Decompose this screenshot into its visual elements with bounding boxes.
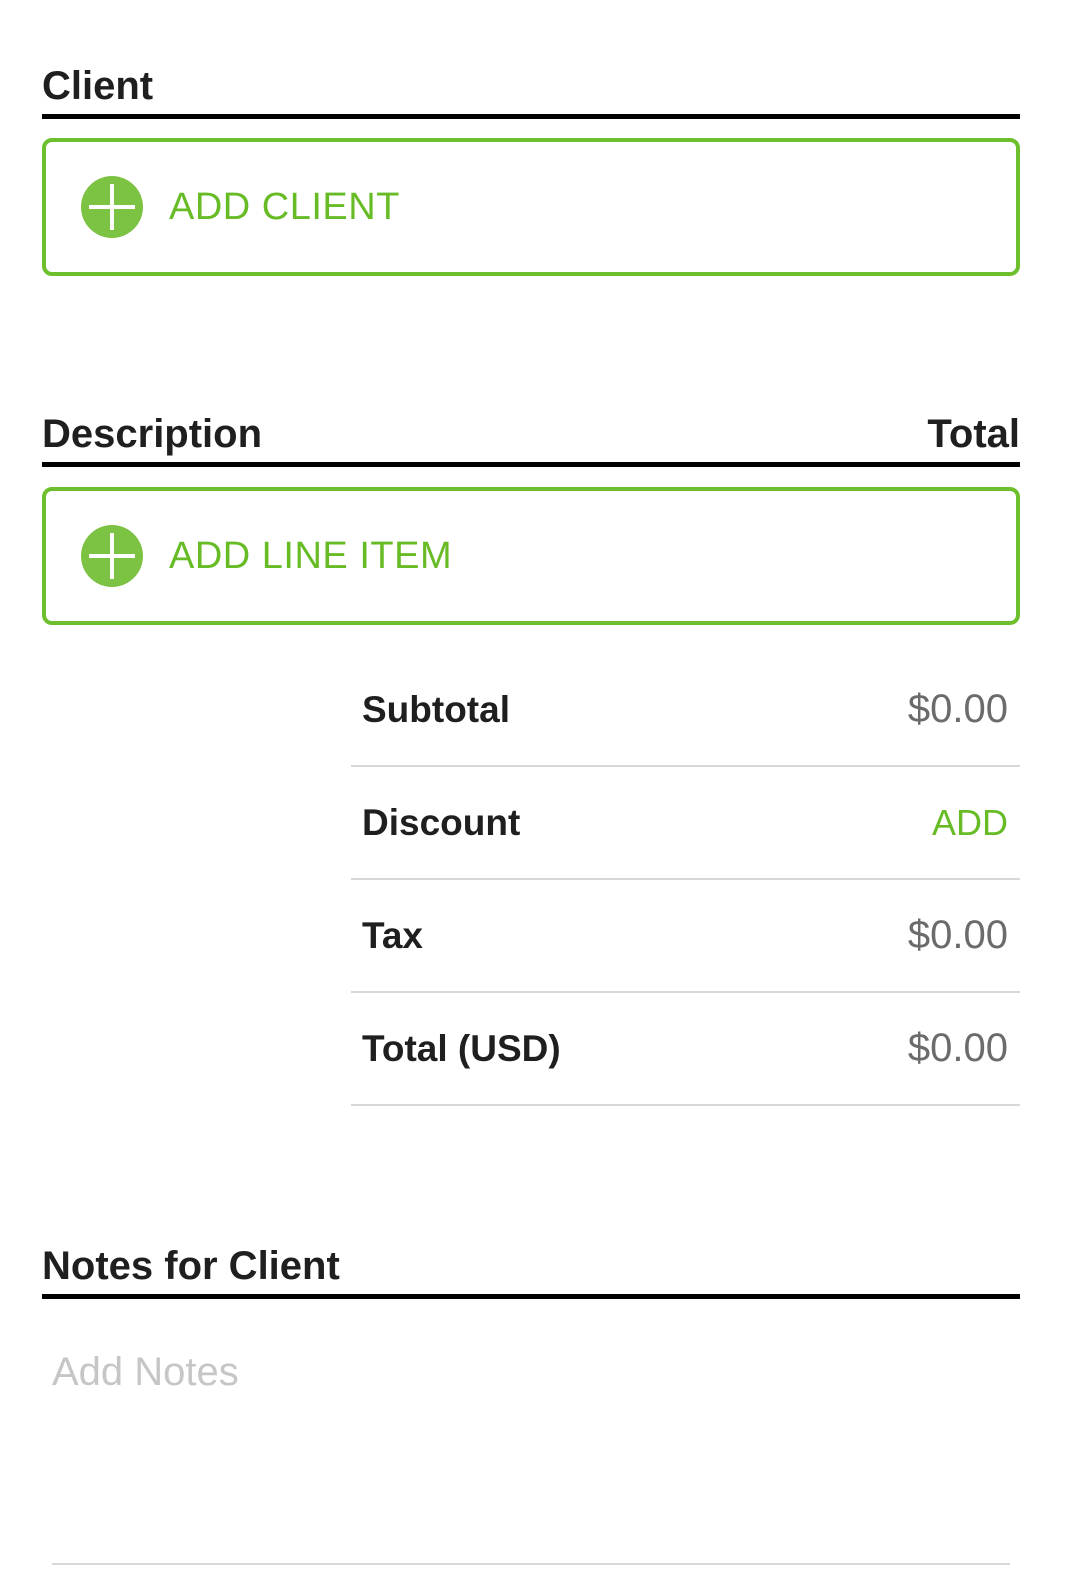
tax-value[interactable]: $0.00 [908,913,1008,958]
line-items-header: Description Total [42,412,1020,467]
add-line-item-button[interactable]: ADD LINE ITEM [42,487,1020,625]
total-value: $0.00 [907,1026,1008,1070]
add-client-button[interactable]: ADD CLIENT [42,138,1020,276]
add-client-label: ADD CLIENT [169,185,400,228]
totals-summary: Subtotal $0.00 Discount ADD Tax $0.00 To… [351,654,1020,1106]
total-label: Total (USD) [362,1027,561,1069]
tax-row: Tax $0.00 [351,880,1020,993]
tax-label: Tax [362,914,424,956]
discount-label: Discount [362,801,521,843]
description-column-header: Description [42,412,263,456]
subtotal-label: Subtotal [362,688,510,730]
client-section-header: Client [42,64,1020,119]
notes-section-header: Notes for Client [42,1244,1020,1299]
client-section-title: Client [42,64,154,108]
notes-section-title: Notes for Client [42,1244,340,1288]
add-line-item-label: ADD LINE ITEM [169,534,453,577]
total-column-header: Total [927,412,1020,456]
plus-circle-icon [81,525,143,587]
discount-row: Discount ADD [351,767,1020,880]
plus-circle-icon [81,176,143,238]
notes-input[interactable] [52,1340,1010,1565]
total-row: Total (USD) $0.00 [351,993,1020,1106]
subtotal-value: $0.00 [907,687,1008,731]
add-discount-button[interactable]: ADD [932,802,1008,844]
subtotal-row: Subtotal $0.00 [351,654,1020,767]
